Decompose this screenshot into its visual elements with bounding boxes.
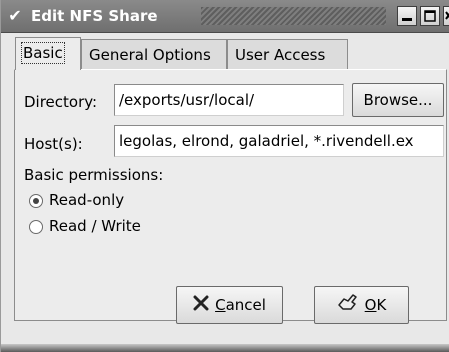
cancel-mnemonic: C — [215, 296, 226, 314]
read-only-radio[interactable] — [29, 194, 43, 208]
ok-hand-icon — [337, 288, 359, 324]
basic-tab-panel: Directory: /exports/usr/local/ Browse...… — [14, 69, 447, 321]
tab-basic[interactable]: Basic — [15, 37, 81, 70]
basic-permissions-label: Basic permissions: — [24, 166, 164, 184]
ok-mnemonic: O — [364, 296, 377, 314]
chevron-down-icon[interactable]: ✔ — [4, 5, 26, 26]
minimize-icon[interactable] — [397, 6, 417, 26]
hosts-label: Host(s): — [24, 135, 83, 153]
maximize-icon[interactable] — [420, 6, 440, 26]
ok-label: K — [376, 296, 387, 314]
read-only-label: Read-only — [49, 191, 125, 209]
read-only-option[interactable]: Read-only — [27, 189, 187, 211]
title-bar[interactable]: ✔ Edit NFS Share — [1, 0, 449, 33]
cancel-x-icon — [193, 288, 209, 324]
title-bar-grip — [201, 7, 386, 25]
tab-user-access[interactable]: User Access — [227, 39, 348, 69]
read-write-label: Read / Write — [49, 217, 141, 235]
cancel-button[interactable]: Cancel — [176, 286, 283, 324]
tab-general-options[interactable]: General Options — [81, 39, 227, 69]
tab-user-access-label: User Access — [235, 46, 326, 64]
tab-basic-label: Basic — [21, 42, 65, 64]
directory-label: Directory: — [24, 93, 98, 111]
read-write-option[interactable]: Read / Write — [27, 215, 187, 237]
cancel-label: ancel — [225, 296, 266, 314]
directory-field[interactable]: /exports/usr/local/ — [114, 84, 344, 116]
read-write-radio[interactable] — [29, 220, 43, 234]
hosts-field[interactable]: legolas, elrond, galadriel, *.rivendell.… — [114, 125, 444, 157]
bottom-frame-edge — [1, 344, 449, 352]
tab-general-options-label: General Options — [89, 46, 211, 64]
edit-nfs-share-dialog: ✔ Edit NFS Share Basic General Options U… — [0, 0, 449, 352]
window-title: Edit NFS Share — [31, 7, 158, 25]
ok-button[interactable]: OK — [314, 286, 409, 324]
browse-button[interactable]: Browse... — [352, 83, 444, 117]
close-icon[interactable] — [443, 6, 449, 26]
